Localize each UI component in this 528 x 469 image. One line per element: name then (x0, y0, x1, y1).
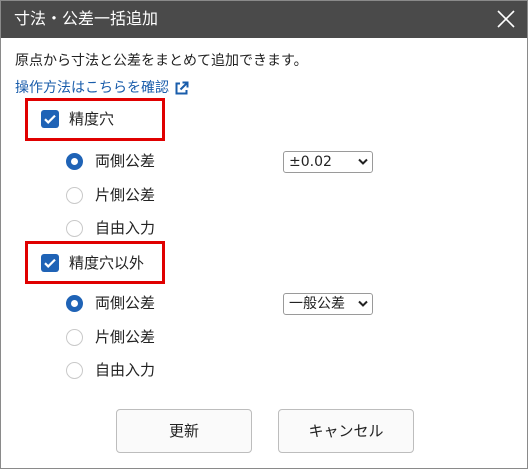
precision-hole-label: 精度穴 (69, 110, 115, 128)
precision-hole-radio-bilateral[interactable]: 両側公差 (66, 151, 155, 171)
radio-label: 両側公差 (95, 294, 156, 312)
intro-text: 原点から寸法と公差をまとめて追加できます。 (15, 53, 308, 69)
precision-hole-checkbox-row[interactable]: 精度穴 (41, 109, 114, 129)
other-radio-bilateral[interactable]: 両側公差 (66, 293, 155, 313)
radio-unselected-icon[interactable] (66, 361, 83, 379)
radio-selected-icon[interactable] (66, 152, 83, 170)
external-link-icon[interactable] (174, 81, 189, 96)
radio-label: 自由入力 (95, 219, 156, 237)
radio-label: 片側公差 (95, 186, 156, 204)
titlebar: 寸法・公差一括追加 (1, 1, 527, 38)
dialog-title: 寸法・公差一括追加 (14, 9, 159, 28)
other-label: 精度穴以外 (69, 254, 145, 272)
radio-unselected-icon[interactable] (66, 186, 83, 204)
close-icon[interactable] (495, 8, 517, 30)
chevron-down-icon (358, 158, 368, 165)
select-value: ±0.02 (289, 154, 332, 170)
other-tolerance-select[interactable]: 一般公差 (283, 293, 373, 315)
radio-label: 両側公差 (95, 152, 156, 170)
other-radio-free[interactable]: 自由入力 (66, 360, 155, 380)
radio-selected-icon[interactable] (66, 294, 83, 312)
precision-hole-tolerance-select[interactable]: ±0.02 (283, 151, 373, 173)
radio-label: 自由入力 (95, 361, 156, 379)
select-value: 一般公差 (289, 296, 345, 312)
chevron-down-icon (358, 300, 368, 307)
other-checkbox[interactable] (41, 254, 59, 272)
radio-label: 片側公差 (95, 328, 156, 346)
radio-unselected-icon[interactable] (66, 328, 83, 346)
help-link[interactable]: 操作方法はこちらを確認 (15, 78, 189, 98)
cancel-button[interactable]: キャンセル (278, 409, 414, 453)
other-radio-unilateral[interactable]: 片側公差 (66, 327, 155, 347)
other-checkbox-row[interactable]: 精度穴以外 (41, 253, 144, 273)
precision-hole-checkbox[interactable] (41, 110, 59, 128)
dialog: 寸法・公差一括追加 原点から寸法と公差をまとめて追加できます。 操作方法はこちら… (0, 0, 528, 469)
help-link-label[interactable]: 操作方法はこちらを確認 (15, 78, 169, 98)
precision-hole-radio-unilateral[interactable]: 片側公差 (66, 185, 155, 205)
precision-hole-radio-free[interactable]: 自由入力 (66, 218, 155, 238)
update-button[interactable]: 更新 (116, 409, 252, 453)
radio-unselected-icon[interactable] (66, 219, 83, 237)
